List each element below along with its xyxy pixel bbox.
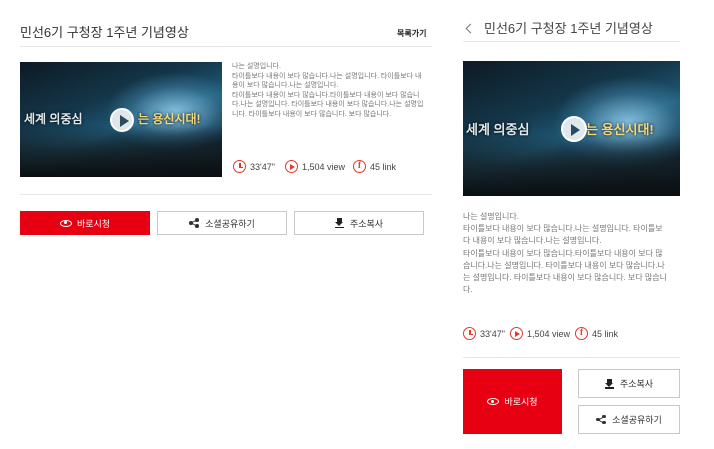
facebook-icon[interactable] [575, 327, 588, 340]
description-line: 니다. 타이틀보다 내용이 보다 많습니다. 보다 많습니다. [232, 110, 392, 118]
description-line: 타이틀보다 내용이 보다 많습니다.나는 설명입니다. 타이틀보 [463, 224, 663, 234]
title-divider [20, 46, 432, 47]
mobile-duration-stat: 33'47" [463, 327, 505, 340]
watch-now-button[interactable]: 바로시청 [20, 211, 150, 235]
mobile-duration-value: 33'47" [480, 328, 505, 339]
description-line: 타이틀보다 내용이 보다 많습니다.타이틀보다 내용이 보다 많습니 [232, 91, 420, 99]
description-line: 다.나는 설명입니다. 타이틀보다 내용이 보다 많습니다.나는 설명입 [232, 101, 424, 108]
mobile-watch-now-label: 바로시청 [504, 397, 538, 407]
share-icon [596, 414, 606, 425]
description-line: 다 내용이 보다 많습니다.나는 설명입니다. [463, 236, 602, 246]
facebook-icon[interactable] [353, 160, 366, 173]
copy-url-label: 주소복사 [349, 218, 384, 229]
description-line: 나는 설명입니다. [232, 63, 281, 70]
clock-icon [463, 327, 476, 340]
description-line: 나는 설명입니다. [463, 212, 519, 221]
list-link[interactable]: 목록가기 [397, 28, 426, 39]
eye-icon [59, 219, 72, 227]
mobile-thumbnail-caption-right: 는 용신시대! [586, 122, 654, 137]
description-line: 습니다.나는 설명입니다. 타이틀보다 내용이 보다 많습니다.나 [463, 260, 665, 270]
play-icon [285, 160, 298, 173]
description-line: 타이틀보다 내용이 보다 많습니다.나는 설명입니다. 타이틀보다 내 [232, 72, 422, 80]
mobile-views-value: 1,504 view [527, 328, 571, 339]
mobile-links-stat: 45 link [575, 327, 618, 340]
mobile-video-thumbnail[interactable]: 세계 의중심 는 용신시대! [463, 61, 680, 196]
back-icon[interactable] [465, 23, 476, 34]
mobile-social-share-label: 소셜공유하기 [612, 415, 662, 425]
links-value: 45 link [370, 161, 397, 172]
thumbnail-caption-right: 는 용신시대! [138, 112, 201, 126]
views-stat: 1,504 view [285, 160, 345, 173]
description-line: 타이틀보다 내용이 보다 많습니다.타이틀보다 내용이 보다 많 [463, 248, 663, 258]
download-icon [334, 218, 344, 228]
mobile-watch-now-button[interactable]: 바로시청 [463, 369, 562, 434]
download-icon [604, 378, 614, 389]
mobile-video-description: 나는 설명입니다. 타이틀보다 내용이 보다 많습니다.나는 설명입니다. 타이… [463, 211, 683, 296]
mobile-views-stat: 1,504 view [510, 327, 570, 340]
clock-icon [233, 160, 246, 173]
mobile-play-button-icon[interactable] [561, 116, 587, 142]
description-line: 용이 보다 많습니다.나는 설명입니다. [232, 82, 339, 89]
links-stat: 45 link [353, 160, 396, 173]
share-icon [189, 218, 199, 228]
views-value: 1,504 view [302, 161, 346, 172]
copy-url-button[interactable]: 주소복사 [294, 211, 424, 235]
description-line: 다. [463, 285, 473, 295]
content-divider [20, 194, 432, 195]
eye-icon [487, 398, 500, 405]
duration-value: 33'47" [250, 161, 275, 172]
social-share-button[interactable]: 소셜공유하기 [157, 211, 287, 235]
mobile-copy-url-label: 주소복사 [619, 379, 654, 389]
mobile-title-divider [463, 41, 680, 42]
duration-stat: 33'47" [233, 160, 275, 173]
mobile-content-divider [463, 357, 680, 358]
mobile-page-title: 민선6기 구청장 1주년 기념영상 [484, 21, 653, 36]
social-share-label: 소셜공유하기 [205, 218, 255, 229]
thumbnail-caption-left: 세계 의중심 [24, 112, 83, 126]
page-title: 민선6기 구청장 1주년 기념영상 [20, 25, 189, 40]
video-thumbnail[interactable]: 세계 의중심 는 용신시대! [20, 62, 222, 177]
mobile-social-share-button[interactable]: 소셜공유하기 [578, 405, 680, 434]
description-line: 는 설명입니다. 타이틀보다 내용이 보다 많습니다. 보다 많습니 [463, 273, 668, 283]
watch-now-label: 바로시청 [76, 218, 111, 229]
video-description: 나는 설명입니다. 타이틀보다 내용이 보다 많습니다.나는 설명입니다. 타이… [232, 62, 437, 119]
mobile-copy-url-button[interactable]: 주소복사 [578, 369, 680, 398]
mobile-thumbnail-caption-left: 세계 의중심 [466, 122, 530, 137]
mobile-links-value: 45 link [592, 328, 619, 339]
play-button-icon[interactable] [110, 108, 134, 132]
play-icon [510, 327, 523, 340]
